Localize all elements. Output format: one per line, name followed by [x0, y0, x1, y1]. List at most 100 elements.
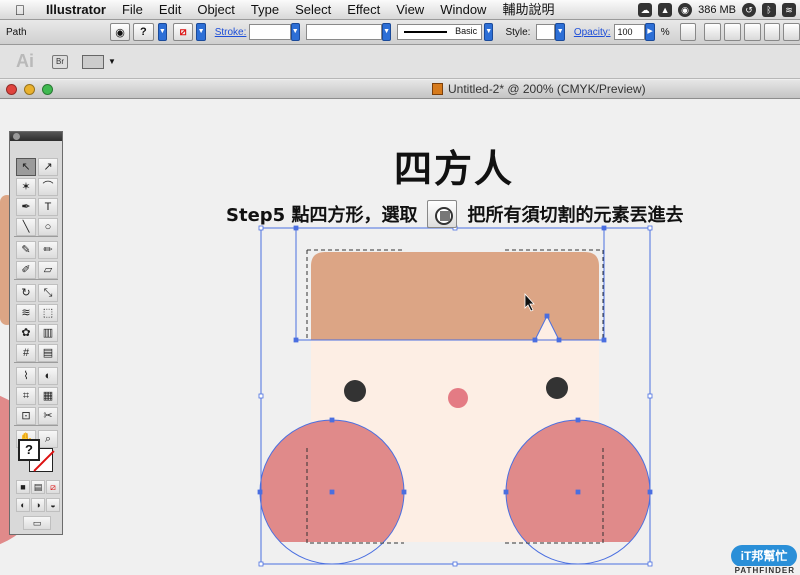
- application-bar: Ai Br ▼: [0, 45, 800, 79]
- zoom-tool[interactable]: ⌕: [38, 430, 58, 448]
- bridge-button[interactable]: Br: [52, 54, 68, 69]
- opacity-panel-link[interactable]: Opacity:: [574, 27, 611, 38]
- step-suffix: 把所有須切割的元素丟進去: [467, 205, 684, 226]
- crop-tool[interactable]: ⊡: [16, 407, 36, 425]
- minimize-window-button[interactable]: [24, 84, 35, 95]
- variable-width-dropdown-icon[interactable]: ▼: [381, 23, 392, 41]
- cloud-icon[interactable]: ☁: [638, 3, 653, 17]
- close-window-button[interactable]: [6, 84, 17, 95]
- menu-object[interactable]: Object: [189, 0, 243, 20]
- menu-type[interactable]: Type: [243, 0, 287, 20]
- drive-icon[interactable]: ▲: [658, 3, 673, 17]
- fill-dropdown-icon[interactable]: ▼: [157, 23, 167, 41]
- color-mode-button[interactable]: ■: [16, 480, 30, 494]
- style-dropdown-icon[interactable]: ▼: [555, 23, 565, 41]
- symbol-sprayer-tool[interactable]: ✿: [16, 324, 36, 342]
- screen-mode-button[interactable]: ▭: [23, 516, 51, 530]
- fill-swatch-none[interactable]: ?: [133, 23, 154, 41]
- align-to-icon[interactable]: [704, 23, 722, 41]
- menu-edit[interactable]: Edit: [151, 0, 189, 20]
- brush-dropdown-icon[interactable]: ▼: [484, 23, 494, 41]
- lasso-tool[interactable]: ⌒: [38, 178, 58, 196]
- stroke-dropdown-icon[interactable]: ▼: [196, 23, 206, 41]
- recolor-artwork-icon[interactable]: [679, 23, 697, 41]
- stroke-weight-field[interactable]: [249, 24, 291, 40]
- menu-select[interactable]: Select: [287, 0, 339, 20]
- memory-icon[interactable]: ◉: [678, 3, 693, 17]
- draw-normal-button[interactable]: ◐: [16, 498, 30, 512]
- menu-extras: ☁ ▲ ◉ 386 MB ↺ ᛒ ≋: [638, 0, 800, 20]
- column-graph-tool[interactable]: ▥: [38, 324, 58, 342]
- blend-tool[interactable]: ◐: [38, 367, 58, 385]
- selection-tool[interactable]: ↖: [16, 158, 36, 176]
- fill-color-box[interactable]: ?: [18, 439, 40, 461]
- mesh-tool[interactable]: #: [16, 344, 36, 362]
- stroke-weight-dropdown-icon[interactable]: ▼: [290, 23, 300, 41]
- pencil-tool[interactable]: ✏: [38, 241, 58, 259]
- magic-wand-tool[interactable]: ✶: [16, 178, 36, 196]
- stroke-swatch[interactable]: ⧄: [172, 23, 194, 41]
- blob-brush-tool[interactable]: ✐: [16, 261, 36, 279]
- tool-separator: [14, 279, 58, 280]
- style-label: Style:: [505, 26, 531, 38]
- stroke-panel-link[interactable]: Stroke:: [215, 27, 247, 38]
- brush-definition-field[interactable]: Basic: [397, 24, 483, 40]
- scissors-tool[interactable]: ✂: [38, 407, 58, 425]
- app-menu[interactable]: Illustrator: [40, 0, 114, 20]
- none-mode-button[interactable]: ⧄: [46, 480, 60, 494]
- gradient-tool[interactable]: ▤: [38, 344, 58, 362]
- pen-tool[interactable]: ✒: [16, 198, 36, 216]
- tutorial-step-text: Step5 點四方形，選取 把所有須切割的元素丟進去: [226, 200, 683, 228]
- draw-inside-button[interactable]: ◒: [46, 498, 60, 512]
- slice-tool[interactable]: ⌗: [16, 387, 36, 405]
- opacity-unit: %: [660, 26, 670, 38]
- tool-separator: [14, 425, 58, 426]
- line-tool[interactable]: ╲: [16, 218, 36, 236]
- align-top-icon[interactable]: [783, 23, 800, 41]
- watermark-subtitle: PATHFINDER: [732, 566, 797, 575]
- watermark: iT邦幫忙 PATHFINDER: [731, 545, 797, 575]
- tools-panel: ↖↗✶⌒✒T╲○✎✏✐▱↻⤡≋⬚✿▥#▤⌇◐⌗▦⊡✂✋⌕ ? ■ ▤ ⧄ ◐ ◑…: [9, 131, 63, 535]
- tool-separator: [14, 362, 58, 363]
- ellipse-tool[interactable]: ○: [38, 218, 58, 236]
- opacity-field[interactable]: 100: [613, 24, 646, 40]
- style-field[interactable]: [536, 24, 556, 40]
- warp-tool[interactable]: ≋: [16, 304, 36, 322]
- wifi-icon[interactable]: ≋: [782, 3, 796, 17]
- apple-icon[interactable]: : [0, 0, 40, 20]
- tools-panel-close-button[interactable]: [13, 133, 20, 140]
- free-transform-tool[interactable]: ⬚: [38, 304, 58, 322]
- bluetooth-icon[interactable]: ᛒ: [762, 3, 776, 17]
- draw-behind-button[interactable]: ◑: [31, 498, 45, 512]
- pathfinder-divide-icon: [427, 200, 458, 228]
- rotate-tool[interactable]: ↻: [16, 284, 36, 302]
- menu-help[interactable]: 輔助說明: [494, 0, 562, 20]
- variable-width-field[interactable]: [305, 24, 382, 40]
- arrange-documents-button[interactable]: [82, 54, 104, 69]
- time-machine-icon[interactable]: ↺: [742, 3, 756, 17]
- eyedropper-tool[interactable]: ⌇: [16, 367, 36, 385]
- document-title: Untitled-2* @ 200% (CMYK/Preview): [432, 82, 646, 96]
- tools-panel-header[interactable]: [10, 132, 62, 141]
- menu-view[interactable]: View: [388, 0, 432, 20]
- direct-selection-tool[interactable]: ↗: [38, 158, 58, 176]
- eraser-tool[interactable]: ▱: [38, 261, 58, 279]
- type-tool[interactable]: T: [38, 198, 58, 216]
- zoom-window-button[interactable]: [42, 84, 53, 95]
- brush-tool[interactable]: ✎: [16, 241, 36, 259]
- align-center-icon[interactable]: [743, 23, 761, 41]
- gradient-mode-button[interactable]: ▤: [31, 480, 45, 494]
- ithome-logo: iT邦幫忙: [731, 545, 797, 567]
- illustrator-logo: Ai: [16, 51, 34, 71]
- selection-type-label: Path: [6, 26, 27, 38]
- artboard-tool[interactable]: ▦: [38, 387, 58, 405]
- menu-window[interactable]: Window: [432, 0, 494, 20]
- align-right-icon[interactable]: [763, 23, 781, 41]
- fill-swatch[interactable]: ◉: [109, 23, 131, 41]
- menu-effect[interactable]: Effect: [339, 0, 388, 20]
- opacity-slider-icon[interactable]: ▶: [645, 23, 655, 41]
- menu-file[interactable]: File: [114, 0, 151, 20]
- chevron-down-icon[interactable]: ▼: [108, 57, 116, 66]
- scale-tool[interactable]: ⤡: [38, 284, 58, 302]
- align-left-icon[interactable]: [724, 23, 741, 41]
